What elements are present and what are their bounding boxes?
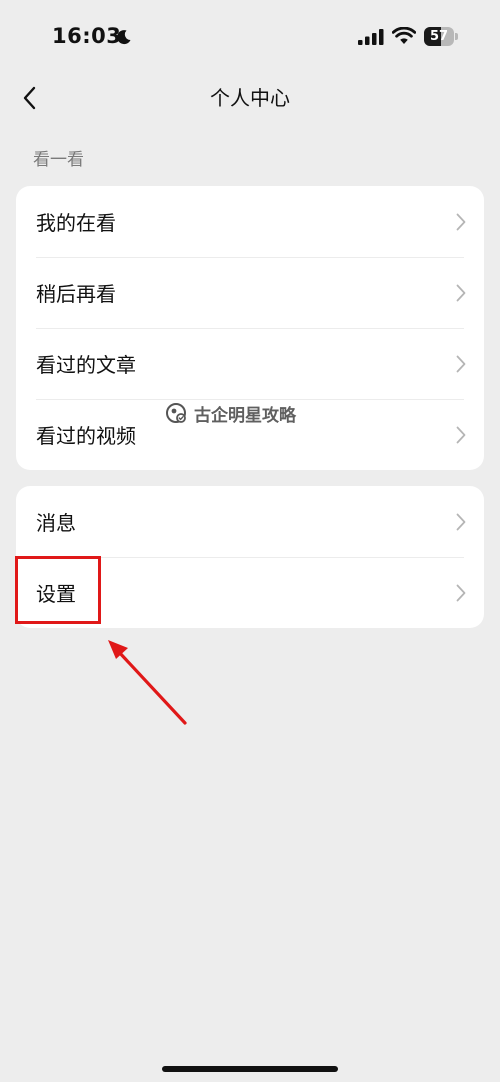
list-item-label: 我的在看	[36, 211, 116, 235]
list-item-watch-later[interactable]: 稍后再看	[16, 257, 484, 328]
chevron-right-icon	[456, 213, 466, 231]
list-item-my-watching[interactable]: 我的在看	[16, 186, 484, 257]
navigation-bar: 个人中心	[0, 76, 500, 120]
list-item-viewed-videos[interactable]: 看过的视频	[16, 399, 484, 470]
home-indicator	[162, 1066, 338, 1072]
list-item-label: 看过的文章	[36, 353, 136, 377]
list-item-settings[interactable]: 设置	[16, 557, 484, 628]
chevron-right-icon	[456, 284, 466, 302]
chevron-left-icon	[23, 86, 36, 110]
battery-icon: 57	[424, 27, 458, 46]
list-item-label: 看过的视频	[36, 424, 136, 448]
status-bar: 16:03 57	[0, 0, 500, 76]
list-item-viewed-articles[interactable]: 看过的文章	[16, 328, 484, 399]
list-item-label: 稍后再看	[36, 282, 116, 306]
settings-card: 消息 设置	[16, 486, 484, 628]
list-item-messages[interactable]: 消息	[16, 486, 484, 557]
back-button[interactable]	[10, 76, 50, 120]
chevron-right-icon	[456, 426, 466, 444]
chevron-right-icon	[456, 355, 466, 373]
chevron-right-icon	[456, 584, 466, 602]
annotation-arrow-icon	[108, 640, 187, 725]
battery-level: 57	[429, 29, 449, 44]
section-label: 看一看	[33, 150, 84, 170]
list-item-label: 设置	[36, 582, 76, 606]
chevron-right-icon	[456, 513, 466, 531]
list-item-label: 消息	[36, 511, 76, 535]
status-time: 16:03	[52, 24, 122, 48]
page-title: 个人中心	[210, 86, 290, 110]
wifi-icon	[392, 27, 416, 44]
watch-history-card: 我的在看 稍后再看 看过的文章 看过的视频	[16, 186, 484, 470]
moon-icon	[117, 30, 131, 45]
cellular-signal-icon	[358, 29, 384, 45]
